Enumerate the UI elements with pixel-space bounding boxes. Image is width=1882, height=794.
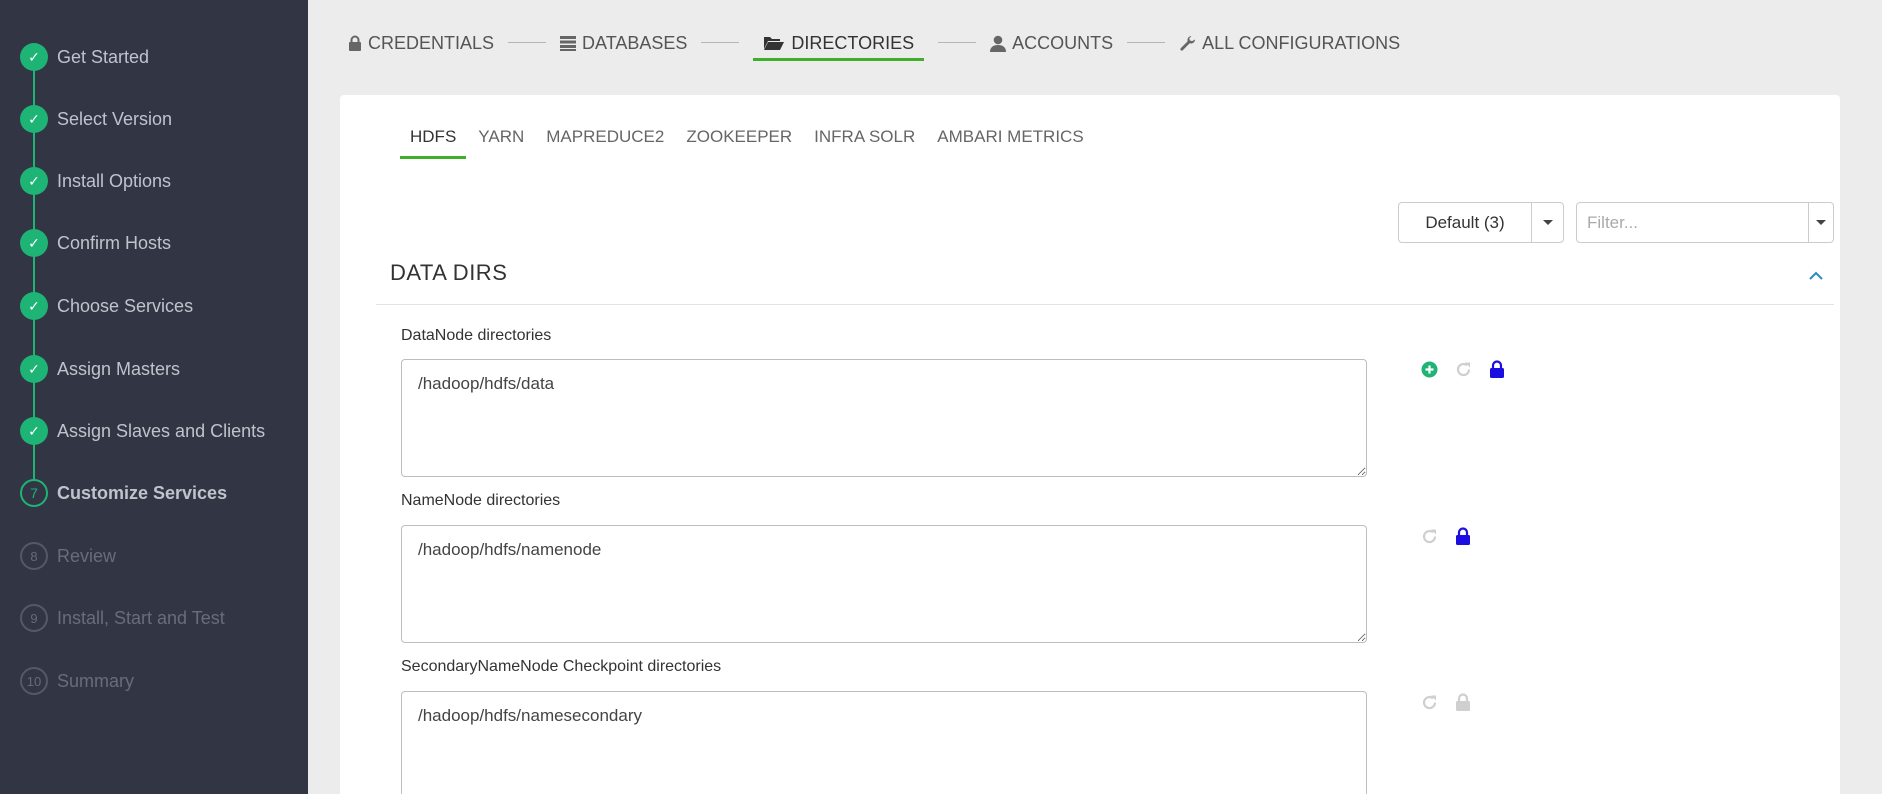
secondary-namenode-dirs-label: SecondaryNameNode Checkpoint directories [401,658,722,675]
step-label: Install, Start and Test [57,607,225,628]
step-label: Install Options [57,170,172,191]
tab-directories[interactable]: DIRECTORIES [753,28,925,61]
step-number: 8 [20,542,48,570]
check-icon: ✓ [20,167,48,195]
secondary-namenode-dirs-input[interactable]: /hadoop/hdfs/namesecondary [401,691,1367,794]
lock-icon[interactable] [1453,526,1473,546]
secondary-namenode-dirs-actions [1419,692,1487,712]
chevron-up-icon[interactable] [1806,265,1826,285]
nav-separator [701,42,740,43]
caret-down-icon [1542,220,1553,225]
tab-zookeeper[interactable]: ZOOKEEPER [676,125,802,159]
step-assign-masters[interactable]: ✓ Assign Masters [20,354,180,384]
check-icon: ✓ [20,417,48,445]
step-label: Assign Masters [57,358,181,379]
config-category-nav: CREDENTIALS DATABASES DIRECTORIES ACCOUN… [348,28,1400,64]
undo-icon[interactable] [1453,359,1473,379]
step-number: 9 [20,604,48,632]
nav-separator [508,42,547,43]
tab-label: DATABASES [582,32,688,53]
step-label: Get Started [57,46,150,67]
step-label: Choose Services [57,295,194,316]
config-group-dropdown[interactable] [1532,203,1563,242]
tab-label: DIRECTORIES [791,32,915,53]
step-install-start-test: 9 Install, Start and Test [20,603,225,633]
config-group-button[interactable]: Default (3) [1399,203,1532,242]
tab-ambari-metrics[interactable]: AMBARI METRICS [927,125,1093,159]
step-number: 7 [20,479,48,507]
lock-icon[interactable] [1487,359,1507,379]
step-summary: 10 Summary [20,666,134,696]
tab-hdfs[interactable]: HDFS [400,125,467,159]
tab-mapreduce2[interactable]: MAPREDUCE2 [536,125,674,159]
tab-label: ACCOUNTS [1012,32,1114,53]
step-label: Review [57,545,117,566]
namenode-dirs-label: NameNode directories [401,492,561,509]
section-title: DATA DIRS [390,260,508,285]
check-icon: ✓ [20,43,48,71]
step-select-version[interactable]: ✓ Select Version [20,104,172,134]
plus-circle-icon[interactable] [1419,359,1439,379]
datanode-dirs-input[interactable]: /hadoop/hdfs/data [401,359,1367,477]
namenode-dirs-input[interactable]: /hadoop/hdfs/namenode [401,525,1367,643]
step-label: Confirm Hosts [57,232,172,253]
lock-icon [348,35,362,52]
step-assign-slaves-clients[interactable]: ✓ Assign Slaves and Clients [20,416,265,446]
filter-dropdown[interactable] [1809,203,1833,242]
check-icon: ✓ [20,105,48,133]
step-label: Summary [57,670,135,691]
undo-icon[interactable] [1419,526,1439,546]
config-panel: HDFS YARN MAPREDUCE2 ZOOKEEPER INFRA SOL… [340,95,1840,794]
nav-separator [1127,42,1166,43]
datanode-dirs-label: DataNode directories [401,327,552,344]
tab-infra-solr[interactable]: INFRA SOLR [804,125,925,159]
step-review: 8 Review [20,541,116,571]
tab-credentials[interactable]: CREDENTIALS [348,28,494,58]
wizard-sidebar: ✓ Get Started ✓ Select Version ✓ Install… [0,0,308,794]
service-tabs: HDFS YARN MAPREDUCE2 ZOOKEEPER INFRA SOL… [400,125,1096,159]
caret-down-icon [1816,220,1826,225]
tab-label: CREDENTIALS [368,32,495,53]
namenode-dirs-actions [1419,526,1487,546]
filter-input[interactable] [1577,203,1809,242]
step-get-started[interactable]: ✓ Get Started [20,42,149,72]
filter-control [1576,202,1834,243]
config-group-selector: Default (3) [1398,202,1564,243]
step-choose-services[interactable]: ✓ Choose Services [20,291,193,321]
step-customize-services[interactable]: 7 Customize Services [20,478,227,508]
datanode-dirs-actions [1419,359,1521,379]
lock-icon[interactable] [1453,692,1473,712]
step-install-options[interactable]: ✓ Install Options [20,166,171,196]
tab-all-configurations[interactable]: ALL CONFIGURATIONS [1179,28,1400,58]
step-confirm-hosts[interactable]: ✓ Confirm Hosts [20,228,171,258]
undo-icon[interactable] [1419,692,1439,712]
check-icon: ✓ [20,355,48,383]
wrench-icon [1179,35,1196,52]
step-number: 10 [20,667,48,695]
tab-label: ALL CONFIGURATIONS [1202,32,1401,53]
tab-databases[interactable]: DATABASES [560,28,687,58]
check-icon: ✓ [20,292,48,320]
step-label: Customize Services [57,482,228,503]
section-divider [376,304,1834,305]
tab-accounts[interactable]: ACCOUNTS [990,28,1113,58]
check-icon: ✓ [20,229,48,257]
database-icon [560,35,577,51]
step-label: Assign Slaves and Clients [57,420,266,441]
step-label: Select Version [57,108,173,129]
nav-separator [938,42,977,43]
folder-open-icon [763,35,785,51]
user-icon [990,35,1007,52]
tab-yarn[interactable]: YARN [468,125,534,159]
